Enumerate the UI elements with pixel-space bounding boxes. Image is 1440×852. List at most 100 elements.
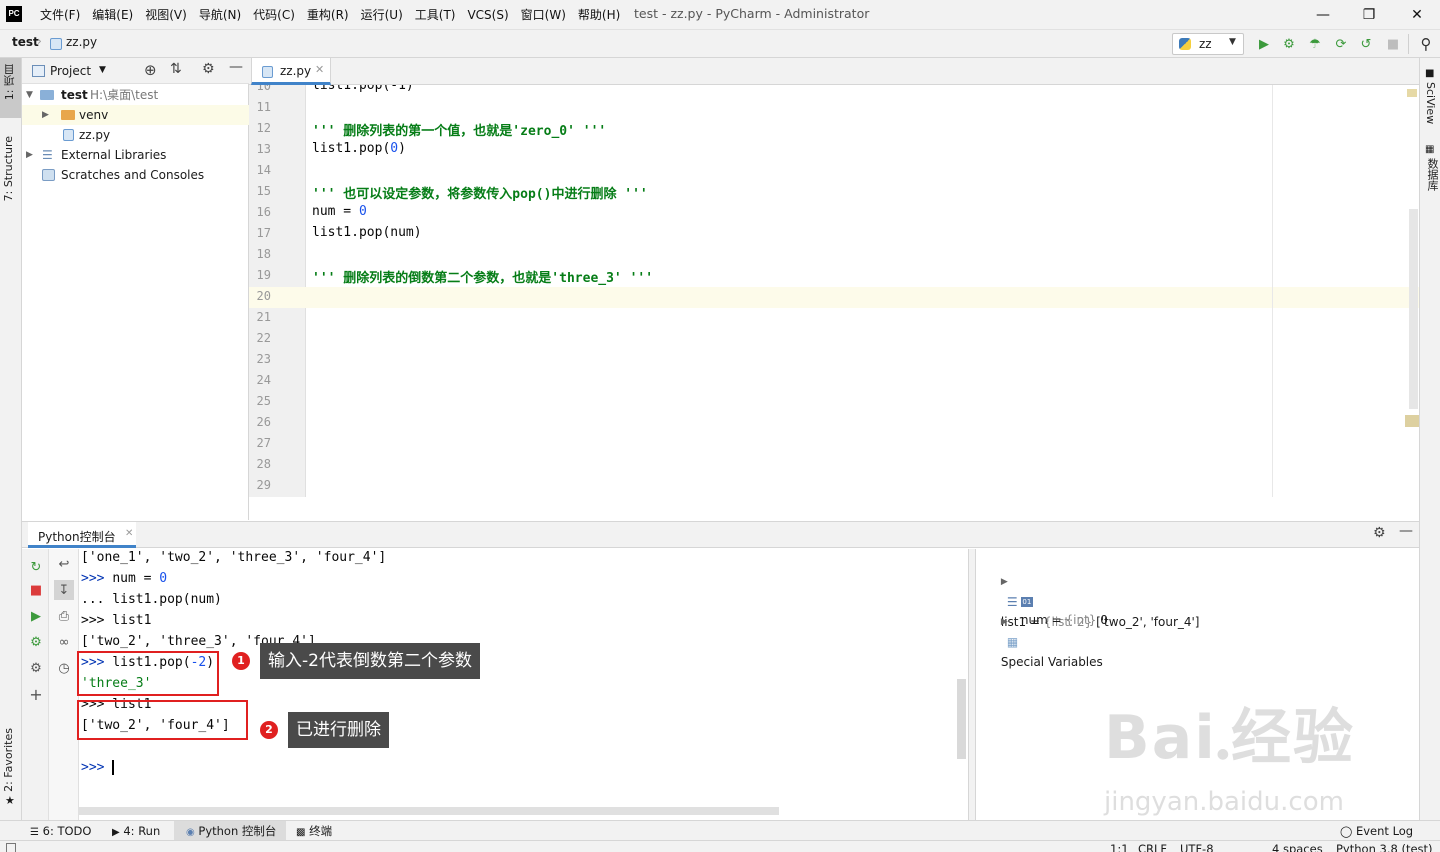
favorites-tool-tab[interactable]: 2: Favorites [2, 728, 15, 792]
tree-item-zz-py[interactable]: zz.py [22, 125, 249, 145]
tree-item-label: Scratches and Consoles [61, 168, 205, 182]
chevron-right-icon[interactable]: ▶ [1001, 617, 1008, 627]
event-log-tab[interactable]: ◯ Event Log [1340, 821, 1420, 841]
todo-tab[interactable]: ☰ 6: TODO [30, 821, 100, 841]
menu-file[interactable]: 文件(F) [34, 0, 86, 30]
line-number: 14 [256, 163, 271, 177]
line-number: 12 [256, 121, 271, 135]
menu-edit[interactable]: 编辑(E) [86, 0, 139, 30]
menu-refactor[interactable]: 重构(R) [301, 0, 355, 30]
file-encoding[interactable]: UTF-8 [1180, 842, 1214, 852]
window-title: test - zz.py - PyCharm - Administrator [634, 6, 870, 21]
run-tab[interactable]: ▶ 4: Run [112, 821, 168, 841]
panel-splitter[interactable] [968, 549, 976, 820]
highlight-box-2 [77, 700, 248, 740]
add-console-icon[interactable]: + [26, 684, 46, 704]
code-line-13: list1.pop(0) [312, 141, 406, 156]
maximize-button[interactable]: ❐ [1346, 0, 1392, 30]
soft-wrap-icon[interactable]: ↩ [54, 554, 74, 574]
tree-item-scratches[interactable]: Scratches and Consoles [22, 165, 249, 185]
python-console-tab[interactable]: ◉ Python 控制台 [174, 821, 286, 841]
console-scrollbar[interactable] [957, 679, 966, 759]
rerun-icon[interactable]: ↻ [26, 557, 46, 577]
hide-panel-icon[interactable]: — [1399, 523, 1413, 539]
chevron-right-icon[interactable]: ▶ [42, 105, 49, 125]
variable-row-special[interactable]: ▶ ▦ Special Variables [978, 590, 1103, 669]
show-variables-icon[interactable]: ∞ [54, 632, 74, 652]
execute-icon[interactable]: ▶ [26, 606, 46, 626]
python-console-tab-label: Python 控制台 [198, 824, 277, 838]
menu-tools[interactable]: 工具(T) [409, 0, 462, 30]
caret-position[interactable]: 1:1 [1110, 842, 1129, 852]
sciview-tool-tab[interactable]: SciView [1424, 82, 1437, 124]
run-with-coverage-icon[interactable]: ☂ [1306, 35, 1324, 53]
close-window-button[interactable]: ✕ [1394, 0, 1440, 30]
project-tool-tab[interactable]: 1: 项目 [2, 64, 18, 100]
locate-file-icon[interactable]: ⊕ [144, 61, 157, 79]
profile-icon[interactable]: ⟳ [1332, 35, 1350, 53]
tree-item-project-root[interactable]: ▼ test H:\桌面\test [22, 85, 249, 105]
menu-run[interactable]: 运行(U) [355, 0, 409, 30]
menu-window[interactable]: 窗口(W) [515, 0, 572, 30]
chevron-right-icon[interactable]: ▶ [26, 145, 33, 165]
stop-icon[interactable]: ■ [26, 580, 46, 600]
console-settings-icon[interactable]: ⚙ [26, 658, 46, 678]
interpreter-selector[interactable]: Python 3.8 (test) [1336, 842, 1433, 852]
menu-code[interactable]: 代码(C) [247, 0, 301, 30]
debug-icon[interactable]: ⚙ [26, 632, 46, 652]
chevron-down-icon[interactable]: ▼ [99, 65, 106, 75]
toggle-tool-windows-icon[interactable] [6, 843, 16, 852]
code-editor[interactable]: 10 11 12 13 14 15 16 17 18 19 20 21 22 2… [249, 85, 1419, 497]
line-separator[interactable]: CRLF [1138, 842, 1167, 852]
search-everywhere-icon[interactable]: ⚲ [1417, 35, 1435, 53]
variable-value: 0 [1100, 613, 1108, 627]
debug-icon[interactable]: ⚙ [1280, 35, 1298, 53]
menu-help[interactable]: 帮助(H) [572, 0, 626, 30]
close-tab-icon[interactable]: ✕ [125, 528, 133, 539]
tree-item-venv[interactable]: ▶ venv [22, 105, 249, 125]
variable-row-list1[interactable]: ▶ ☰ list1 = {list: 2} ['two_2', 'four_4'… [978, 550, 1200, 629]
editor-tab-zz-py[interactable]: zz.py ✕ [251, 58, 331, 85]
editor-scrollbar[interactable] [1409, 209, 1418, 409]
breadcrumb-file[interactable]: zz.py [66, 35, 97, 49]
breadcrumb-project[interactable]: test [12, 35, 39, 49]
line-number: 29 [256, 478, 271, 492]
stop-icon[interactable]: ■ [1384, 35, 1402, 53]
line-number: 24 [256, 373, 271, 387]
editor-stripe-marker[interactable] [1407, 89, 1417, 97]
chevron-down-icon[interactable]: ▼ [26, 85, 33, 105]
tree-item-external-libraries[interactable]: ▶ ☰ External Libraries [22, 145, 249, 165]
line-number: 28 [256, 457, 271, 471]
indent-setting[interactable]: 4 spaces [1272, 842, 1323, 852]
history-icon[interactable]: ◷ [54, 658, 74, 678]
project-view-select[interactable]: Project [50, 64, 91, 78]
close-tab-icon[interactable]: ✕ [315, 63, 324, 76]
structure-tool-tab[interactable]: 7: Structure [2, 136, 15, 201]
run-icon[interactable]: ▶ [1255, 35, 1273, 53]
concurrency-icon[interactable]: ↺ [1357, 35, 1375, 53]
title-bar: PC 文件(F) 编辑(E) 视图(V) 导航(N) 代码(C) 重构(R) 运… [0, 0, 1440, 30]
collapse-all-icon[interactable]: ⇅ [170, 61, 182, 77]
settings-gear-icon[interactable]: ⚙ [1373, 525, 1386, 541]
settings-gear-icon[interactable]: ⚙ [202, 61, 215, 77]
hide-panel-icon[interactable]: — [229, 59, 243, 75]
menu-vcs[interactable]: VCS(S) [461, 0, 514, 30]
console-horizontal-scrollbar[interactable] [79, 807, 779, 815]
editor-stripe-marker[interactable] [1405, 415, 1419, 427]
scroll-to-end-icon[interactable]: ↧ [54, 580, 74, 600]
annotation-tip-2: 已进行删除 [288, 712, 389, 748]
run-configuration-select[interactable]: zz ▼ [1172, 33, 1244, 55]
console-tab[interactable]: Python控制台 ✕ [28, 522, 136, 548]
menu-view[interactable]: 视图(V) [139, 0, 193, 30]
python-icon: ◉ [186, 827, 195, 838]
baidu-watermark: Bai●经验 jingyan.baidu.com [1104, 705, 1355, 817]
database-tool-tab[interactable]: 数据库 [1424, 158, 1440, 191]
line-number: 13 [256, 142, 271, 156]
minimize-button[interactable]: — [1300, 0, 1346, 30]
line-number: 22 [256, 331, 271, 345]
console-input-line[interactable]: >>> [81, 760, 115, 775]
menu-navigate[interactable]: 导航(N) [193, 0, 247, 30]
terminal-tab[interactable]: ▩ 终端 [296, 821, 346, 841]
print-icon[interactable]: ⎙ [54, 606, 74, 626]
variable-row-num[interactable]: 01 num = {int} 0 [998, 570, 1108, 627]
